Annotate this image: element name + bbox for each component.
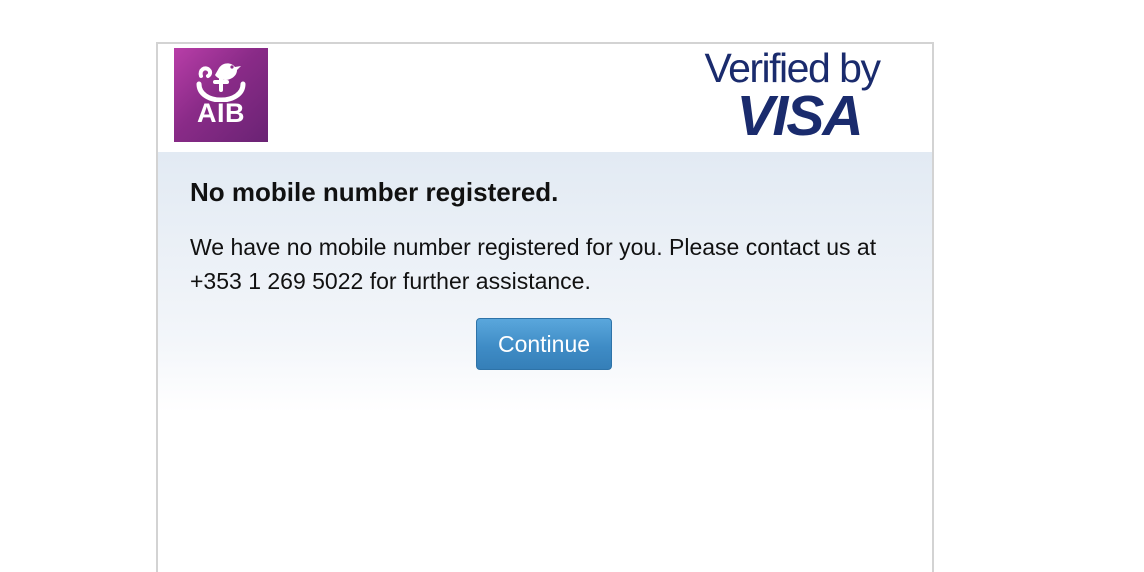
verified-by-visa-logo: Verified by VISA <box>700 46 884 146</box>
button-row: Continue <box>190 318 900 370</box>
message-panel: No mobile number registered. We have no … <box>158 152 932 572</box>
header: AIB Verified by VISA <box>158 44 932 152</box>
info-message: We have no mobile number registered for … <box>190 234 877 294</box>
aib-logo-text: AIB <box>197 98 245 128</box>
visa-wordmark: VISA <box>736 84 863 148</box>
authentication-frame: AIB Verified by VISA No mobile number re… <box>156 42 934 572</box>
page-title: No mobile number registered. <box>190 177 559 207</box>
continue-button[interactable]: Continue <box>476 318 612 370</box>
aib-logo: AIB <box>174 48 268 142</box>
bird-emblem-icon <box>196 63 246 102</box>
